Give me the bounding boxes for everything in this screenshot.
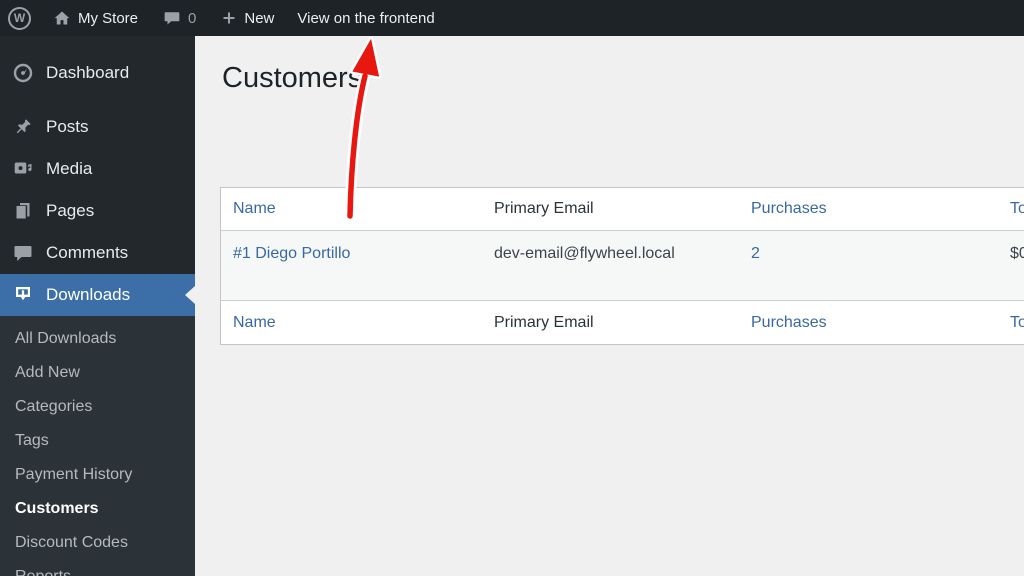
- sidebar-item-downloads[interactable]: Downloads: [0, 274, 195, 316]
- submenu-label: Payment History: [15, 466, 133, 483]
- comments-link[interactable]: 0: [163, 0, 196, 36]
- submenu-label: Reports: [15, 568, 71, 576]
- submenu-label: Discount Codes: [15, 534, 128, 551]
- sidebar-item-label: Pages: [46, 201, 95, 220]
- table-footer-row: Name Primary Email Purchases Total Spent: [221, 301, 1024, 344]
- customer-email: dev-email@flywheel.local: [494, 245, 675, 262]
- table-header-row: Name Primary Email Purchases Total Spent: [221, 188, 1024, 231]
- sidebar-item-label: Dashboard: [46, 63, 130, 82]
- main-content: Customers Name Primary Email Purchases T…: [195, 36, 1024, 576]
- column-footer-total[interactable]: Total Spent: [1010, 314, 1024, 332]
- sidebar-item-label: Media: [46, 159, 93, 178]
- column-footer-email: Primary Email: [494, 313, 594, 331]
- view-frontend-link[interactable]: View on the frontend: [297, 0, 434, 36]
- column-footer-name[interactable]: Name: [233, 314, 276, 332]
- new-content-button[interactable]: New: [221, 0, 274, 36]
- home-icon: [53, 9, 71, 27]
- submenu-customers[interactable]: Customers: [0, 492, 195, 526]
- admin-sidebar: Dashboard Posts Media Pages Comments Dow…: [0, 36, 195, 576]
- plus-icon: [221, 10, 237, 26]
- page-title: Customers: [222, 62, 363, 94]
- comments-count: 0: [188, 9, 197, 27]
- view-frontend-label: View on the frontend: [297, 9, 435, 27]
- submenu-discount-codes[interactable]: Discount Codes: [0, 526, 195, 560]
- sidebar-item-media[interactable]: Media: [0, 148, 195, 190]
- comment-bubble-icon: [12, 242, 34, 264]
- column-header-email: Primary Email: [494, 200, 594, 217]
- customer-name-link[interactable]: #1 Diego Portillo: [233, 245, 350, 263]
- sidebar-item-comments[interactable]: Comments: [0, 232, 195, 274]
- wordpress-menu-button[interactable]: W: [8, 0, 53, 36]
- customer-purchases-link[interactable]: 2: [751, 245, 760, 263]
- column-header-purchases[interactable]: Purchases: [751, 200, 827, 218]
- submenu-label: All Downloads: [15, 330, 117, 347]
- column-header-name[interactable]: Name: [233, 200, 276, 218]
- submenu-reports[interactable]: Reports: [0, 560, 195, 576]
- comment-bubble-icon: [163, 9, 181, 27]
- wordpress-logo-icon: W: [8, 6, 31, 30]
- site-name-link[interactable]: My Store: [53, 0, 138, 36]
- sidebar-item-dashboard[interactable]: Dashboard: [0, 52, 195, 94]
- sidebar-item-pages[interactable]: Pages: [0, 190, 195, 232]
- submenu-tags[interactable]: Tags: [0, 424, 195, 458]
- sidebar-item-label: Posts: [46, 117, 89, 136]
- pages-icon: [12, 200, 34, 222]
- site-name-label: My Store: [78, 9, 139, 27]
- downloads-submenu: All Downloads Add New Categories Tags Pa…: [0, 316, 195, 576]
- table-row: #1 Diego Portillo dev-email@flywheel.loc…: [221, 231, 1024, 301]
- media-icon: [12, 158, 34, 180]
- submenu-all-downloads[interactable]: All Downloads: [0, 322, 195, 356]
- dashboard-gauge-icon: [12, 62, 34, 84]
- pushpin-icon: [12, 116, 34, 138]
- submenu-add-new[interactable]: Add New: [0, 356, 195, 390]
- sidebar-item-label: Comments: [46, 243, 129, 262]
- column-footer-purchases[interactable]: Purchases: [751, 314, 827, 332]
- submenu-label: Add New: [15, 364, 80, 381]
- customers-table: Name Primary Email Purchases Total Spent…: [220, 187, 1024, 345]
- submenu-categories[interactable]: Categories: [0, 390, 195, 424]
- sidebar-item-label: Downloads: [46, 285, 131, 304]
- sidebar-item-posts[interactable]: Posts: [0, 106, 195, 148]
- admin-bar: W My Store 0 New View on the frontend: [0, 0, 1024, 36]
- download-icon: [12, 284, 34, 306]
- submenu-label: Categories: [15, 398, 93, 415]
- submenu-label: Tags: [15, 432, 49, 449]
- submenu-label: Customers: [15, 500, 99, 517]
- column-header-total[interactable]: Total Spent: [1010, 200, 1024, 218]
- submenu-payment-history[interactable]: Payment History: [0, 458, 195, 492]
- customer-total-spent: $0.00: [1010, 245, 1024, 262]
- new-label: New: [244, 9, 275, 27]
